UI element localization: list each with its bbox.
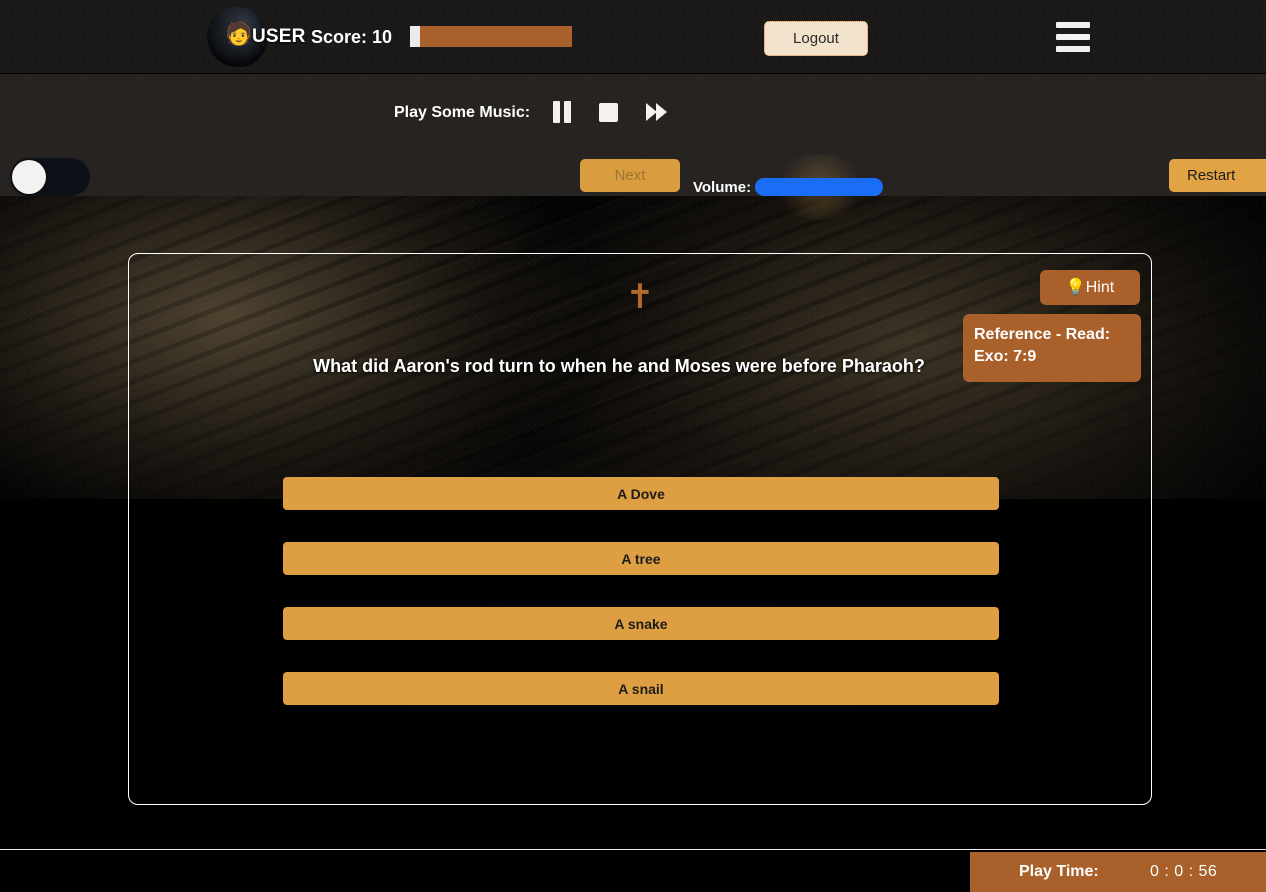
answer-option[interactable]: A snake (283, 607, 999, 640)
app-header: 🧑 USER Score: 10 Logout (0, 0, 1266, 74)
next-button[interactable]: Next (580, 159, 680, 192)
logout-button[interactable]: Logout (764, 21, 868, 56)
quiz-app-window: 🧑 USER Score: 10 Logout Play Some Music:… (0, 0, 1266, 892)
pause-bar-1 (553, 101, 560, 123)
hamburger-bar-3 (1056, 46, 1090, 52)
answer-option[interactable]: A Dove (283, 477, 999, 510)
quiz-card: ✝ 💡 Hint Reference - Read: Exo: 7:9 What … (128, 253, 1152, 805)
forward-tri-2 (655, 103, 667, 121)
hamburger-menu-icon[interactable] (1056, 22, 1090, 52)
question-text: What did Aaron's rod turn to when he and… (313, 356, 925, 376)
hint-button[interactable]: 💡 Hint (1040, 270, 1140, 305)
user-avatar-emoji-icon: 🧑 (225, 21, 253, 46)
pause-bar-2 (564, 101, 571, 123)
hint-button-label: Hint (1085, 278, 1115, 296)
cross-icon: ✝ (625, 277, 655, 317)
play-time-value: 0 : 0 : 56 (1150, 863, 1218, 880)
fast-forward-icon[interactable] (640, 96, 672, 128)
lightbulb-icon: 💡 (1065, 278, 1086, 296)
restart-button[interactable]: Restart (1169, 159, 1266, 192)
user-block: 🧑 USER (207, 7, 306, 67)
username-label: USER (252, 26, 306, 47)
answer-option[interactable]: A tree (283, 542, 999, 575)
toggle-knob (12, 160, 46, 194)
theme-toggle-switch[interactable] (10, 158, 90, 196)
music-control-bar: Play Some Music: Volume: (0, 74, 1266, 220)
score-label: Score: 10 (311, 27, 393, 47)
musicbar-texture (0, 74, 1266, 148)
footer-divider (0, 849, 1266, 850)
score-progress-bar (410, 26, 572, 47)
pause-icon[interactable] (552, 96, 576, 128)
answer-options-list: A Dove A tree A snake A snail (283, 477, 999, 705)
stop-icon[interactable] (596, 96, 620, 128)
play-time-label: Play Time: (1019, 863, 1099, 880)
stop-square (598, 102, 618, 122)
hamburger-bar-2 (1056, 34, 1090, 40)
answer-option[interactable]: A snail (283, 672, 999, 705)
play-time-bar: Play Time: 0 : 0 : 56 (970, 852, 1266, 892)
volume-slider[interactable] (755, 178, 883, 196)
hamburger-bar-1 (1056, 22, 1090, 28)
volume-label: Volume: (693, 179, 752, 196)
music-label: Play Some Music: (394, 104, 531, 121)
